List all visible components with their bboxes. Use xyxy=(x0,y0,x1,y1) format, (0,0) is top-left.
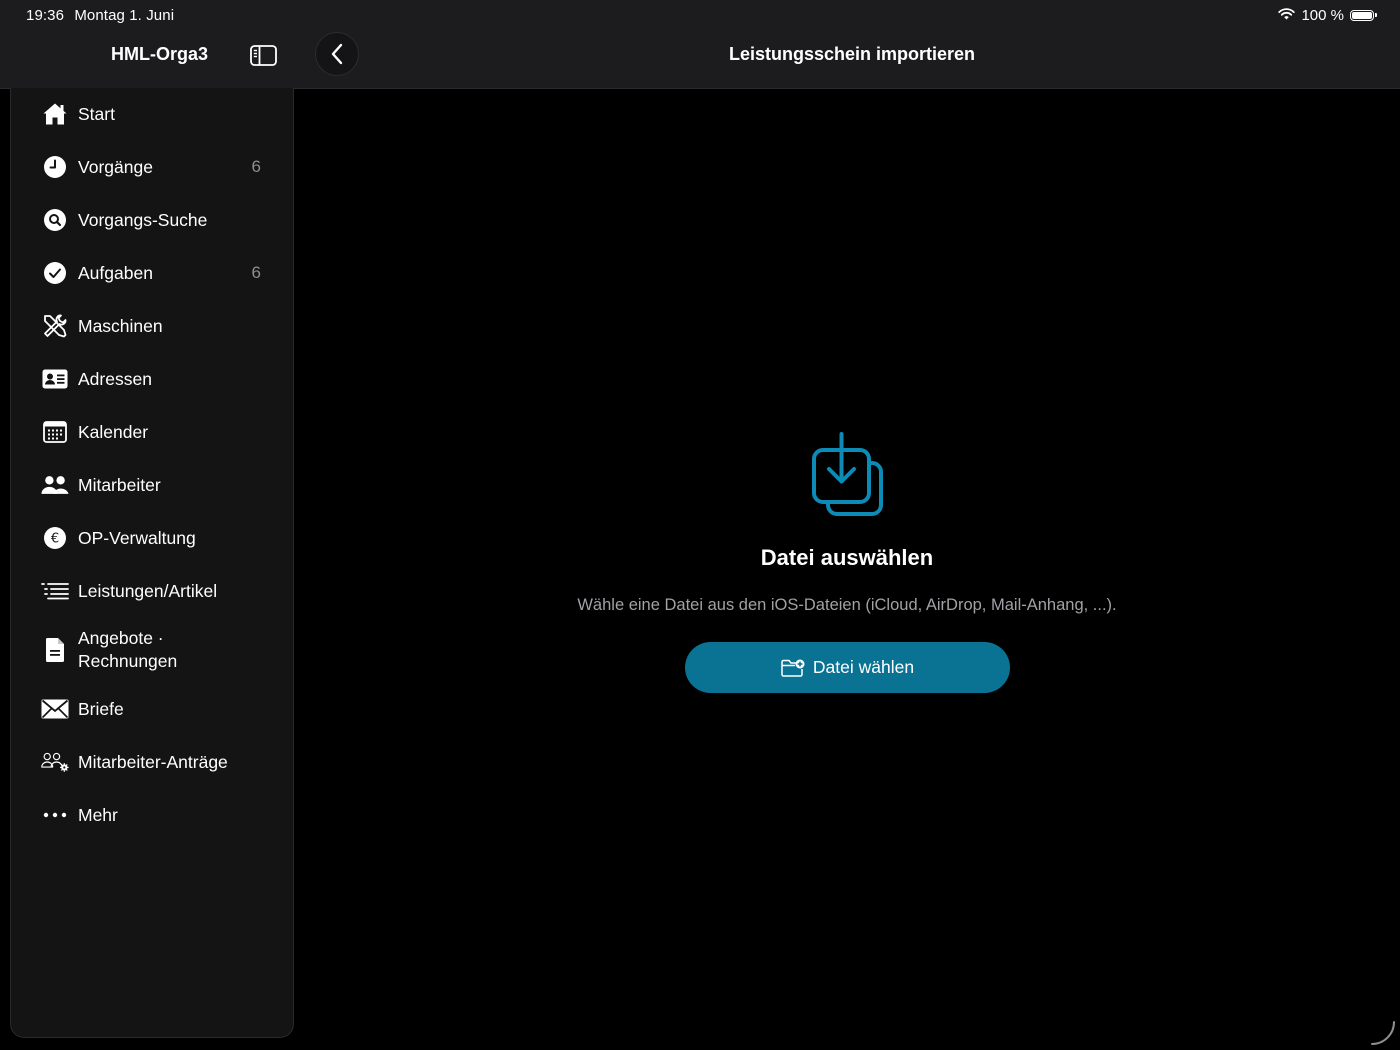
sidebar-toggle-button[interactable] xyxy=(249,43,277,67)
wifi-icon xyxy=(1278,7,1296,24)
calendar-icon xyxy=(41,418,69,446)
empty-state-description: Wähle eine Datei aus den iOS-Dateien (iC… xyxy=(577,596,1117,614)
battery-level-fill xyxy=(1352,12,1372,19)
checkmark-circle-icon xyxy=(41,259,69,287)
app-screen: 19:36 Montag 1. Juni 100 % HML-Orga3 Lei… xyxy=(0,0,1400,1050)
sidebar-item-label: Adressen xyxy=(78,369,152,389)
status-bar-right: 100 % xyxy=(1278,7,1377,24)
svg-text:€: € xyxy=(51,532,59,547)
sidebar-title: HML-Orga3 xyxy=(111,44,209,64)
sidebar: Start Vorgänge 6 Vorgangs-Suche Aufgaben… xyxy=(10,88,294,1038)
sidebar-item-label-line2: Rechnungen xyxy=(78,651,178,671)
people-icon xyxy=(41,471,69,499)
sidebar-item-mehr[interactable]: Mehr xyxy=(11,790,293,840)
sidebar-item-op-verwaltung[interactable]: € OP-Verwaltung xyxy=(11,513,293,563)
sidebar-item-kalender[interactable]: Kalender xyxy=(11,407,293,457)
sidebar-item-label: Kalender xyxy=(78,422,149,442)
magnifier-circle-icon xyxy=(41,206,69,234)
sidebar-item-label: Maschinen xyxy=(78,316,163,336)
folder-add-icon xyxy=(781,659,805,677)
sidebar-item-label: OP-Verwaltung xyxy=(78,528,196,548)
sidebar-item-angebote-rechnungen[interactable]: Angebote · Rechnungen xyxy=(11,621,293,679)
sidebar-item-maschinen[interactable]: Maschinen xyxy=(11,301,293,351)
sidebar-item-label: Leistungen/Artikel xyxy=(78,581,218,601)
euro-circle-icon: € xyxy=(41,524,69,552)
status-date: Montag 1. Juni xyxy=(74,7,175,24)
import-tray-icon xyxy=(808,432,886,518)
list-indent-icon xyxy=(41,577,69,605)
status-bar-left: 19:36 Montag 1. Juni xyxy=(26,7,180,24)
tools-icon xyxy=(41,312,69,340)
sidebar-item-count: 6 xyxy=(251,157,261,176)
resize-handle-icon[interactable] xyxy=(1370,1020,1396,1046)
sidebar-item-count: 6 xyxy=(251,263,261,282)
sidebar-item-mitarbeiter-antraege[interactable]: Mitarbeiter-Anträge xyxy=(11,737,293,787)
house-icon xyxy=(41,100,69,128)
sidebar-item-aufgaben[interactable]: Aufgaben 6 xyxy=(11,248,293,298)
empty-state-heading: Datei auswählen xyxy=(760,545,934,570)
people-gear-icon xyxy=(41,748,69,776)
sidebar-toggle-icon xyxy=(249,44,277,66)
battery-icon xyxy=(1350,10,1377,21)
sidebar-item-label: Mehr xyxy=(78,805,118,825)
choose-file-button[interactable]: Datei wählen xyxy=(685,642,1010,693)
sidebar-item-label: Start xyxy=(78,104,115,124)
ellipsis-icon xyxy=(41,801,69,829)
sidebar-item-label-line1: Angebote · xyxy=(78,628,164,648)
sidebar-item-label: Aufgaben xyxy=(78,263,153,283)
contact-card-icon xyxy=(41,365,69,393)
document-icon xyxy=(41,636,69,664)
sidebar-item-label: Vorgänge xyxy=(78,157,153,177)
clock-icon xyxy=(41,153,69,181)
sidebar-item-label: Briefe xyxy=(78,699,124,719)
envelope-icon xyxy=(41,695,69,723)
sidebar-item-start[interactable]: Start xyxy=(11,89,293,139)
sidebar-item-vorgaenge[interactable]: Vorgänge 6 xyxy=(11,142,293,192)
sidebar-item-label: Vorgangs-Suche xyxy=(78,210,208,230)
sidebar-item-adressen[interactable]: Adressen xyxy=(11,354,293,404)
sidebar-item-mitarbeiter[interactable]: Mitarbeiter xyxy=(11,460,293,510)
choose-file-button-label: Datei wählen xyxy=(812,657,915,677)
sidebar-item-leistungen-artikel[interactable]: Leistungen/Artikel xyxy=(11,566,293,616)
sidebar-item-briefe[interactable]: Briefe xyxy=(11,684,293,734)
sidebar-item-label: Mitarbeiter-Anträge xyxy=(78,752,228,772)
chevron-left-icon xyxy=(331,43,343,65)
battery-percent: 100 % xyxy=(1301,7,1344,24)
page-title: Leistungsschein importieren xyxy=(728,44,976,64)
sidebar-item-label: Mitarbeiter xyxy=(78,475,161,495)
status-time: 19:36 xyxy=(26,7,65,24)
back-button[interactable] xyxy=(315,32,359,76)
top-bar: 19:36 Montag 1. Juni 100 % HML-Orga3 Lei… xyxy=(0,0,1400,89)
sidebar-item-vorgangs-suche[interactable]: Vorgangs-Suche xyxy=(11,195,293,245)
